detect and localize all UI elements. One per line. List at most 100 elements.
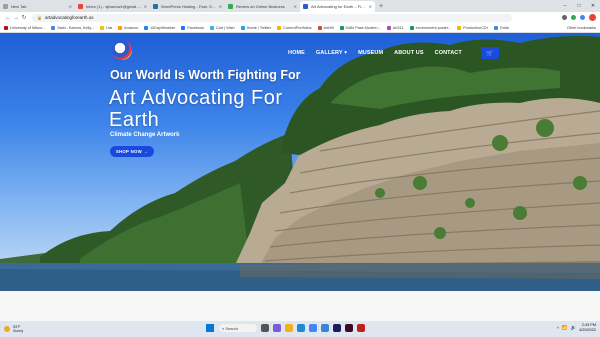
close-tab-icon[interactable]: ✕	[219, 4, 222, 9]
task-view-icon[interactable]	[261, 324, 269, 332]
extension-icon[interactable]	[571, 15, 576, 20]
bookmark-item[interactable]: ArtHill	[317, 25, 334, 30]
photoshop-icon[interactable]	[333, 324, 341, 332]
bookmark-label: Amazon	[124, 25, 138, 30]
tab-label: Review an Online Business	[236, 4, 285, 9]
weather-widget[interactable]: 53°F Sunny	[4, 325, 23, 334]
clock[interactable]: 2:43 PM 4/29/2022	[579, 323, 596, 333]
new-tab-icon[interactable]: +	[375, 1, 387, 12]
bookmark-label: ProductionCDI	[463, 25, 488, 30]
nav-home[interactable]: HOME	[288, 50, 305, 56]
window-controls: – □ ✕	[558, 0, 600, 12]
file-explorer-icon[interactable]	[285, 324, 293, 332]
tab-label: New Tab	[11, 4, 27, 9]
reload-icon[interactable]: ↻	[20, 14, 28, 21]
bookmark-favicon-icon	[51, 25, 56, 30]
minimize-icon[interactable]: –	[558, 0, 572, 12]
close-window-icon[interactable]: ✕	[586, 0, 600, 12]
browser-tab[interactable]: Review an Online Business ✕	[225, 1, 300, 12]
nav-museum[interactable]: MUSEUM	[358, 50, 383, 56]
weather-condition: Sunny	[13, 329, 24, 333]
tab-favicon-icon	[78, 4, 83, 9]
edge-icon[interactable]	[297, 324, 305, 332]
indesign-icon[interactable]	[345, 324, 353, 332]
url-text: artadvocatingforearth.us	[44, 15, 94, 20]
address-bar[interactable]: 🔒 artadvocatingforearth.us	[32, 13, 512, 22]
taskbar-search[interactable]: ⌕ Search	[219, 324, 257, 332]
bookmark-favicon-icon	[409, 25, 414, 30]
bookmark-item[interactable]: Main - Barrow, Kelly...	[51, 25, 94, 30]
acrobat-icon[interactable]	[357, 324, 365, 332]
extension-icon[interactable]	[562, 15, 567, 20]
browser-tab[interactable]: Inbox (1) - sjbarrow1@gmail.com ✕	[75, 1, 150, 12]
bookmark-label: 10DayWeather	[149, 25, 176, 30]
bookmark-label: Grids	[499, 25, 509, 30]
bookmark-item[interactable]: Grids	[493, 25, 509, 30]
windows-taskbar: 53°F Sunny ⌕ Search ^ 📶 🔊 2:43 PM 4/29/2…	[0, 321, 600, 337]
close-tab-icon[interactable]: ✕	[369, 4, 372, 9]
bookmark-item[interactable]: CurrentPortfolios	[277, 25, 312, 30]
taskbar-apps: ⌕ Search	[206, 324, 369, 332]
bookmark-item[interactable]: Cart | Wish	[209, 25, 235, 30]
bookmark-favicon-icon	[118, 25, 123, 30]
search-label: Search	[225, 325, 239, 331]
hero-subheadline: Climate Change Artwork	[110, 132, 180, 138]
browser-tab[interactable]: WordPress Hosting - Fast, Secure ✕	[150, 1, 225, 12]
bookmark-item[interactable]: 5484 Pass Modern...	[339, 25, 381, 30]
sun-icon	[4, 326, 10, 332]
store-icon[interactable]	[321, 324, 329, 332]
back-icon[interactable]: ←	[4, 15, 12, 21]
cart-icon: 🛒	[486, 50, 494, 57]
tray-overflow-icon[interactable]: ^	[557, 326, 559, 331]
bookmark-item[interactable]: Art211	[386, 25, 404, 30]
bookmark-label: Art211	[392, 25, 404, 30]
close-tab-icon[interactable]: ✕	[144, 4, 147, 9]
page-content-area	[0, 291, 600, 321]
bookmark-item[interactable]: Home / Twitter	[240, 25, 272, 30]
bookmark-label: Home / Twitter	[246, 25, 272, 30]
maximize-icon[interactable]: □	[572, 0, 586, 12]
bookmark-item[interactable]: University of Wisco...	[4, 25, 46, 30]
system-tray: ^ 📶 🔊 2:43 PM 4/29/2022	[557, 323, 596, 333]
close-tab-icon[interactable]: ✕	[294, 4, 297, 9]
tab-label: WordPress Hosting - Fast, Secure	[161, 4, 217, 9]
bookmark-label: Uat	[106, 25, 113, 30]
extension-area	[562, 14, 596, 21]
bookmark-favicon-icon	[277, 25, 282, 30]
bookmark-item[interactable]: environment poster...	[409, 25, 452, 30]
bookmark-label: Facebook	[187, 25, 204, 30]
bookmark-favicon-icon	[240, 25, 245, 30]
other-bookmarks[interactable]: Other bookmarks	[567, 26, 596, 30]
browser-toolbar: ← → ↻ 🔒 artadvocatingforearth.us	[0, 12, 600, 23]
bookmark-item[interactable]: 10DayWeather	[143, 25, 176, 30]
browser-tab[interactable]: New Tab ✕	[0, 1, 75, 12]
site-logo[interactable]	[112, 40, 132, 60]
bookmark-item[interactable]: Uat	[100, 25, 113, 30]
lock-icon: 🔒	[37, 15, 42, 20]
nav-about-us[interactable]: ABOUT US	[394, 50, 424, 56]
extension-icon[interactable]	[580, 15, 585, 20]
start-icon[interactable]	[206, 324, 214, 332]
teams-icon[interactable]	[273, 324, 281, 332]
browser-tab[interactable]: Art Advocating for Earth – Fighti ✕	[300, 1, 375, 12]
forward-icon[interactable]: →	[12, 15, 20, 21]
nav-gallery[interactable]: GALLERY ▾	[316, 50, 347, 56]
close-tab-icon[interactable]: ✕	[69, 4, 72, 9]
nav-contact[interactable]: CONTACT	[435, 50, 462, 56]
bookmark-label: University of Wisco...	[10, 25, 46, 30]
profile-avatar[interactable]	[589, 14, 596, 21]
bookmark-favicon-icon	[181, 25, 186, 30]
wifi-icon[interactable]: 📶	[562, 325, 568, 331]
shop-now-button[interactable]: SHOP NOW →	[110, 146, 154, 157]
bookmark-favicon-icon	[493, 25, 498, 30]
bookmark-item[interactable]: Facebook	[181, 25, 204, 30]
chrome-icon[interactable]	[309, 324, 317, 332]
tab-favicon-icon	[3, 4, 8, 9]
bookmark-item[interactable]: ProductionCDI	[457, 25, 488, 30]
cart-button[interactable]: 🛒	[480, 47, 499, 59]
volume-icon[interactable]: 🔊	[570, 325, 576, 331]
tab-favicon-icon	[153, 4, 158, 9]
bookmark-label: environment poster...	[415, 25, 452, 30]
bookmark-item[interactable]: Amazon	[118, 25, 138, 30]
bookmark-favicon-icon	[386, 25, 391, 30]
